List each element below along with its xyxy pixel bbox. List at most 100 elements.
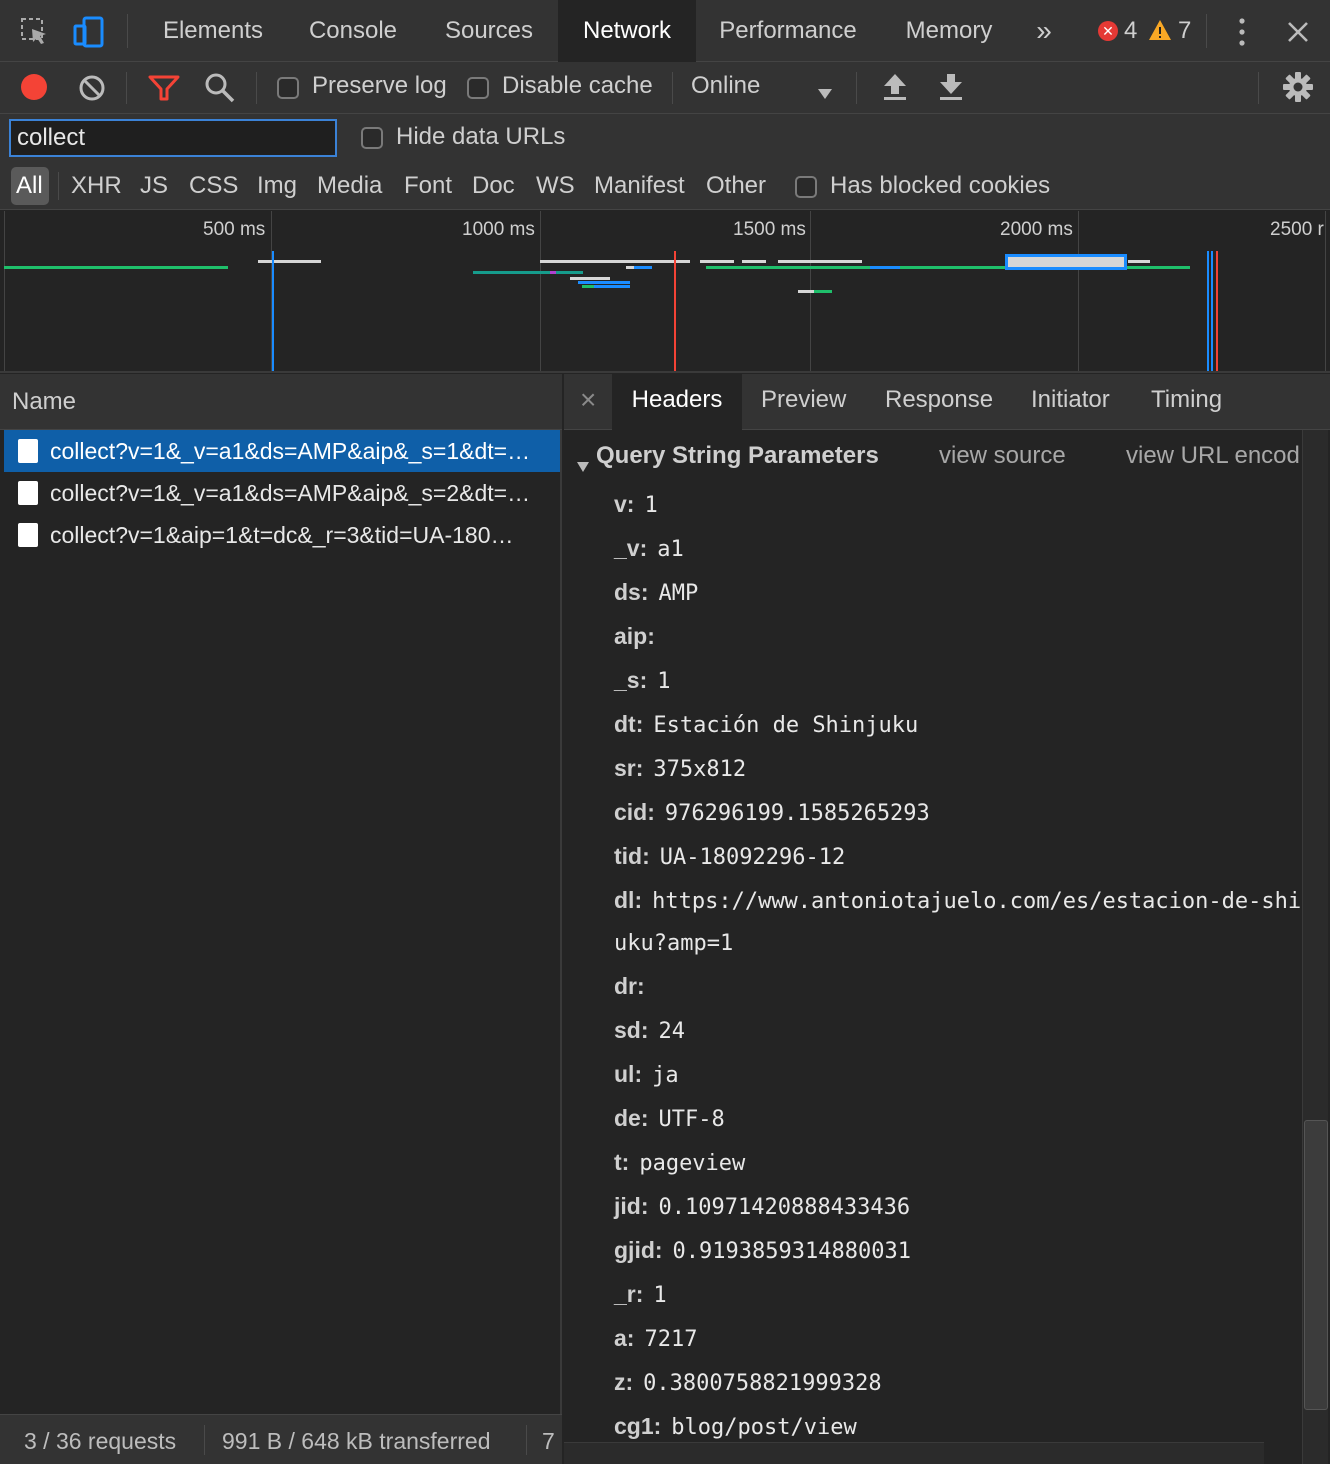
tab-console[interactable]: Console: [286, 0, 420, 62]
scrollbar-thumb[interactable]: [1304, 1120, 1328, 1410]
tab-headers[interactable]: Headers: [612, 374, 742, 430]
query-param-value: AMP: [658, 581, 699, 606]
tab-memory[interactable]: Memory: [880, 0, 1018, 62]
warning-count[interactable]: 7: [1178, 17, 1191, 45]
request-count: 3 / 36 requests: [24, 1428, 177, 1454]
filter-type-ws[interactable]: WS: [536, 172, 575, 200]
filter-type-img[interactable]: Img: [257, 172, 297, 200]
filter-type-other[interactable]: Other: [706, 172, 766, 200]
overview-tick-label: 2000 ms: [1000, 219, 1073, 240]
tab-initiator[interactable]: Initiator: [1031, 374, 1110, 430]
close-devtools-icon[interactable]: [1286, 20, 1310, 44]
hide-data-urls-checkbox[interactable]: [361, 127, 383, 149]
clear-icon[interactable]: [78, 74, 106, 102]
view-source-link[interactable]: view source: [939, 442, 1066, 470]
search-icon[interactable]: [204, 72, 236, 104]
hide-data-urls-label[interactable]: Hide data URLs: [396, 123, 565, 151]
disable-cache-label[interactable]: Disable cache: [502, 72, 653, 100]
device-toolbar-icon[interactable]: [72, 15, 106, 49]
query-string-section-title[interactable]: Query String Parameters: [596, 442, 879, 470]
query-param-row: tid: UA-18092296-12: [614, 834, 845, 878]
overview-bar: [4, 266, 228, 269]
network-toolbar: Preserve log Disable cache Online: [0, 62, 1330, 114]
has-blocked-cookies-label[interactable]: Has blocked cookies: [830, 172, 1050, 200]
details-tabbar: × Headers Preview Response Initiator Tim…: [564, 374, 1330, 430]
request-row[interactable]: collect?v=1&aip=1&t=dc&_r=3&tid=UA-180…: [4, 514, 560, 556]
tab-performance[interactable]: Performance: [696, 0, 880, 62]
query-param-row: ul: ja: [614, 1052, 679, 1096]
filter-type-all[interactable]: All: [16, 172, 43, 200]
overview-tick-label: 500 ms: [203, 219, 266, 240]
network-status-bar: 3 / 36 requests 991 B / 648 kB transferr…: [0, 1414, 562, 1464]
details-scrollbar[interactable]: [1302, 430, 1328, 1464]
request-details-pane: × Headers Preview Response Initiator Tim…: [564, 374, 1330, 1464]
tab-preview[interactable]: Preview: [761, 374, 846, 430]
tab-network[interactable]: Network: [558, 0, 696, 62]
document-icon: [18, 481, 38, 505]
filter-input[interactable]: [9, 119, 337, 157]
overview-gridline: [540, 211, 541, 371]
query-param-row: aip:: [614, 614, 665, 658]
request-list-pane: Name collect?v=1&_v=a1&ds=AMP&aip&_s=1&d…: [0, 374, 562, 1464]
filter-type-css[interactable]: CSS: [189, 172, 238, 200]
section-expanded-icon[interactable]: [576, 452, 590, 472]
request-row[interactable]: collect?v=1&_v=a1&ds=AMP&aip&_s=2&dt=…: [4, 472, 560, 514]
network-overview[interactable]: 500 ms 1000 ms 1500 ms 2000 ms 2500 r: [0, 211, 1330, 373]
inspect-element-icon[interactable]: [20, 17, 50, 47]
request-row[interactable]: collect?v=1&_v=a1&ds=AMP&aip&_s=1&dt=…: [4, 430, 560, 472]
query-param-row: de: UTF-8: [614, 1096, 725, 1140]
error-icon[interactable]: ✕: [1098, 21, 1118, 41]
query-param-row: cid: 976296199.1585265293: [614, 790, 930, 834]
gear-icon[interactable]: [1282, 71, 1314, 103]
overview-selected-bar: [1005, 254, 1127, 270]
tabbar-separator: [127, 14, 128, 48]
load-event-marker: [674, 251, 676, 371]
preserve-log-label[interactable]: Preserve log: [312, 72, 447, 100]
tab-elements[interactable]: Elements: [140, 0, 286, 62]
tab-sources[interactable]: Sources: [420, 0, 558, 62]
filter-type-js[interactable]: JS: [140, 172, 168, 200]
warning-icon[interactable]: [1148, 18, 1172, 42]
query-param-key: dl:: [614, 887, 643, 913]
query-param-key: sr:: [614, 755, 644, 781]
query-param-row: a: 7217: [614, 1316, 697, 1360]
customize-menu-icon[interactable]: [1234, 16, 1250, 48]
export-har-icon[interactable]: [938, 72, 964, 102]
query-param-row: _v: a1: [614, 526, 684, 570]
overview-bar: [582, 285, 594, 288]
document-icon: [18, 523, 38, 547]
query-param-row: dt: Estación de Shinjuku: [614, 702, 918, 746]
query-param-key: gjid:: [614, 1237, 663, 1263]
has-blocked-cookies-checkbox[interactable]: [795, 176, 817, 198]
more-tabs-button[interactable]: »: [1024, 0, 1064, 62]
query-param-key: t:: [614, 1149, 630, 1175]
import-har-icon[interactable]: [882, 72, 908, 102]
query-param-key: dt:: [614, 711, 644, 737]
query-param-value: UTF-8: [658, 1107, 725, 1132]
query-param-value: 0.9193859314880031: [672, 1239, 911, 1264]
filter-type-media[interactable]: Media: [317, 172, 382, 200]
filter-type-xhr[interactable]: XHR: [71, 172, 122, 200]
preserve-log-checkbox[interactable]: [277, 77, 299, 99]
error-count[interactable]: 4: [1124, 17, 1137, 45]
query-param-key: aip:: [614, 623, 655, 649]
record-icon[interactable]: [21, 74, 47, 100]
query-param-key: cg1:: [614, 1413, 662, 1439]
view-url-encoded-link[interactable]: view URL encod: [1126, 442, 1300, 470]
status-separator: [526, 1425, 527, 1455]
close-details-icon[interactable]: ×: [580, 384, 596, 416]
column-header-name[interactable]: Name: [12, 388, 76, 416]
query-param-key: sd:: [614, 1017, 649, 1043]
disable-cache-checkbox[interactable]: [467, 77, 489, 99]
filter-type-font[interactable]: Font: [404, 172, 452, 200]
tab-timing[interactable]: Timing: [1151, 374, 1222, 430]
filter-type-doc[interactable]: Doc: [472, 172, 515, 200]
chevron-down-icon[interactable]: [816, 80, 834, 99]
filter-icon[interactable]: [148, 74, 180, 102]
query-param-value: Estación de Shinjuku: [653, 713, 919, 738]
horizontal-scrollbar[interactable]: [564, 1442, 1264, 1464]
tab-response[interactable]: Response: [885, 374, 993, 430]
throttling-select[interactable]: Online: [691, 72, 760, 100]
filter-type-manifest[interactable]: Manifest: [594, 172, 685, 200]
query-param-row: _s: 1: [614, 658, 671, 702]
